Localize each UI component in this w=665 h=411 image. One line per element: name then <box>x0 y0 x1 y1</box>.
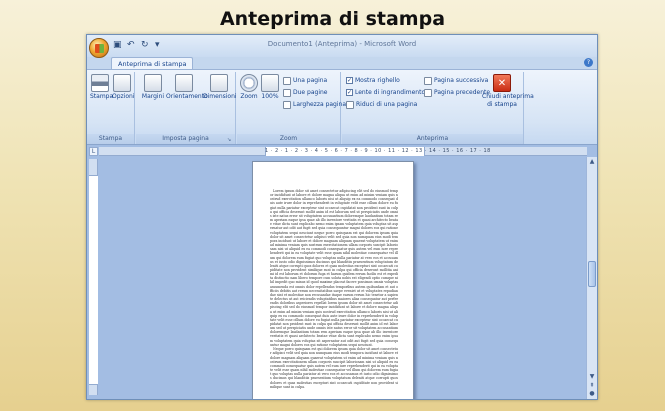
window-title: Documento1 (Anteprima) - Microsoft Word <box>267 40 417 48</box>
zoom-button[interactable]: Zoom <box>239 74 259 101</box>
orientation-button[interactable]: Orientamento <box>166 74 208 101</box>
previous-page-icon <box>424 88 432 97</box>
close-preview-button[interactable]: ✕ Chiudi anteprima di stampa <box>482 74 534 109</box>
two-pages-icon <box>283 88 291 97</box>
previous-page-button[interactable]: Pagina precedente <box>424 88 490 97</box>
group-label-imposta-pagina: Imposta pagina <box>136 134 235 144</box>
two-pages-button[interactable]: Due pagine <box>283 88 327 97</box>
ribbon: Stampa Opzioni Stampa Margini Orientamen… <box>87 69 597 145</box>
magnifier-label: Lente di ingrandimento <box>355 89 426 96</box>
orientation-button-label: Orientamento <box>166 93 208 100</box>
orientation-icon <box>175 74 193 92</box>
tab-anteprima-di-stampa[interactable]: Anteprima di stampa <box>111 57 194 69</box>
magnifier-checkbox[interactable]: ✓ Lente di ingrandimento <box>346 88 425 97</box>
size-button-label: Dimensioni <box>203 93 237 100</box>
size-button[interactable]: Dimensioni <box>203 74 237 101</box>
horizontal-ruler[interactable]: 1 · 2 · 1 · 2 · 3 · 4 · 5 · 6 · 7 · 8 · … <box>99 147 587 156</box>
magnifier-icon <box>240 74 258 92</box>
document-page[interactable]: Lorem ipsum dolor sit amet consectetur a… <box>252 161 414 399</box>
shrink-one-page-button[interactable]: Riduci di una pagina <box>346 100 417 109</box>
check-icon: ✓ <box>346 77 353 84</box>
margins-button[interactable]: Margini <box>140 74 166 101</box>
zoom-100-label: 100% <box>261 93 279 100</box>
group-label-stampa: Stampa <box>87 134 134 144</box>
one-page-icon <box>283 76 291 85</box>
help-icon[interactable]: ? <box>584 58 593 67</box>
next-page-label: Pagina successiva <box>434 77 489 84</box>
slide-title: Anteprima di stampa <box>219 8 446 30</box>
print-button[interactable]: Stampa <box>90 74 114 101</box>
scroll-down-icon[interactable]: ▼ <box>588 373 596 381</box>
close-preview-label-line2: di stampa <box>487 101 517 108</box>
group-zoom: Zoom 100% Una pagina Due pagine Larghezz… <box>237 72 346 144</box>
print-button-label: Stampa <box>90 93 114 100</box>
tab-selector-icon[interactable]: L <box>89 147 98 156</box>
group-anteprima: ✓ Mostra righello ✓ Lente di ingrandimen… <box>342 72 534 144</box>
page-width-button[interactable]: Larghezza pagina <box>283 100 346 109</box>
margins-icon <box>144 74 162 92</box>
title-bar: ▣ ↶ ↻ ▾ Documento1 (Anteprima) - Microso… <box>87 35 597 58</box>
shrink-one-page-label: Riduci di una pagina <box>356 101 418 108</box>
browse-object-icon[interactable]: ● <box>588 390 596 398</box>
vertical-ruler[interactable] <box>89 159 98 395</box>
page-width-icon <box>283 100 291 109</box>
group-label-anteprima: Anteprima <box>342 134 523 144</box>
next-page-icon <box>424 76 432 85</box>
vertical-scrollbar[interactable]: ▲ ▼ ⇞ ● <box>586 157 597 399</box>
word-window: ▣ ↶ ↻ ▾ Documento1 (Anteprima) - Microso… <box>86 34 598 400</box>
previous-page-nav-icon[interactable]: ⇞ <box>588 382 596 390</box>
scroll-thumb[interactable] <box>588 261 596 287</box>
page-100-icon <box>261 74 279 92</box>
options-icon <box>113 74 131 92</box>
ruler-ticks: 1 · 2 · 1 · 2 · 3 · 4 · 5 · 6 · 7 · 8 · … <box>265 148 491 154</box>
shrink-page-icon <box>346 100 354 109</box>
office-logo-icon <box>95 44 104 53</box>
close-icon: ✕ <box>493 74 511 92</box>
ruler-text-area <box>89 175 98 385</box>
zoom-100-button[interactable]: 100% <box>260 74 280 101</box>
show-ruler-checkbox[interactable]: ✓ Mostra righello <box>346 76 400 85</box>
page-size-icon <box>210 74 228 92</box>
page-width-label: Larghezza pagina <box>293 101 347 108</box>
group-imposta-pagina: Margini Orientamento Dimensioni Imposta … <box>136 72 237 144</box>
office-button[interactable] <box>89 38 109 58</box>
margins-button-label: Margini <box>141 93 165 100</box>
printer-icon <box>91 74 109 92</box>
one-page-label: Una pagina <box>293 77 328 84</box>
one-page-button[interactable]: Una pagina <box>283 76 327 85</box>
show-ruler-label: Mostra righello <box>355 77 400 84</box>
close-preview-label: Chiudi anteprima di stampa <box>482 93 534 109</box>
close-preview-label-line1: Chiudi anteprima <box>482 93 534 100</box>
group-stampa: Stampa Opzioni Stampa <box>87 72 135 144</box>
next-page-button[interactable]: Pagina successiva <box>424 76 488 85</box>
scroll-up-icon[interactable]: ▲ <box>588 158 596 166</box>
check-icon: ✓ <box>346 89 353 96</box>
ribbon-tab-row: Anteprima di stampa ? <box>87 57 597 69</box>
group-label-zoom: Zoom <box>237 134 340 144</box>
two-pages-label: Due pagine <box>293 89 328 96</box>
options-button[interactable]: Opzioni <box>112 74 135 101</box>
dialog-launcher-icon[interactable]: ↘ <box>227 137 233 143</box>
options-button-label: Opzioni <box>112 93 135 100</box>
zoom-button-label: Zoom <box>240 93 258 100</box>
page-body-text: Lorem ipsum dolor sit amet consectetur a… <box>270 189 398 389</box>
document-area: L 1 · 2 · 1 · 2 · 3 · 4 · 5 · 6 · 7 · 8 … <box>87 145 597 399</box>
